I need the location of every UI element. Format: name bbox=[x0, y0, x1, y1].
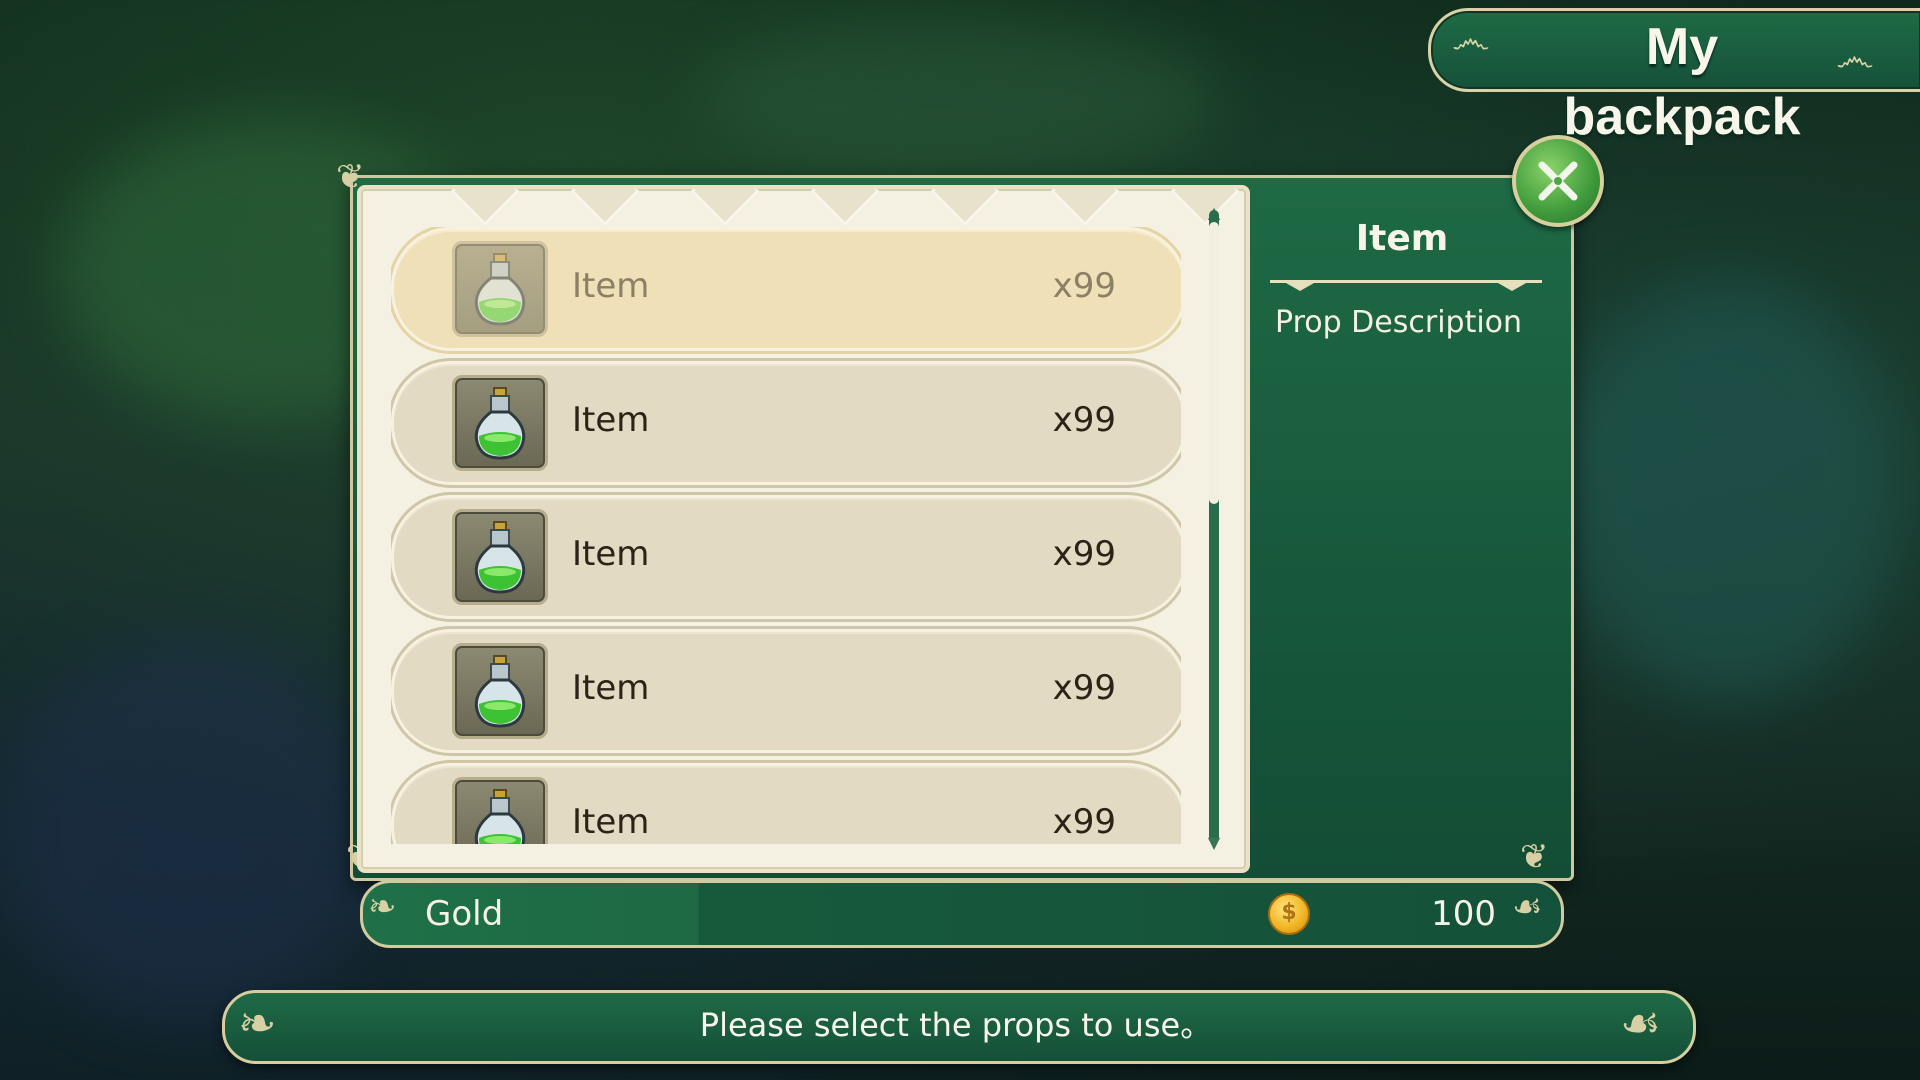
item-name: Item bbox=[572, 668, 650, 708]
background-glow bbox=[1560, 280, 1900, 700]
item-slot bbox=[452, 777, 548, 844]
green-potion-icon bbox=[474, 253, 526, 326]
item-name: Item bbox=[572, 802, 650, 842]
close-button[interactable] bbox=[1512, 135, 1604, 227]
item-name: Item bbox=[572, 266, 650, 306]
item-slot bbox=[452, 643, 548, 739]
list-item[interactable]: Item x99 bbox=[391, 763, 1181, 844]
page-title: My backpack bbox=[1563, 18, 1801, 146]
item-name: Item bbox=[572, 534, 650, 574]
gold-coin-icon: $ bbox=[1268, 893, 1310, 935]
swirl-ornament-icon: ❧ bbox=[368, 887, 397, 927]
detail-divider bbox=[1270, 280, 1542, 291]
item-quantity: x99 bbox=[1052, 668, 1116, 708]
scroll-down-arrow-icon[interactable]: ▼ bbox=[1204, 835, 1224, 851]
list-item[interactable]: Item x99 bbox=[391, 629, 1181, 753]
close-icon bbox=[1538, 161, 1578, 201]
item-list-panel: Item x99 Item x99 Item x99 Item x99 Item… bbox=[357, 185, 1250, 873]
hint-message: Please select the props to use。 bbox=[699, 1006, 1213, 1044]
item-slot bbox=[452, 375, 548, 471]
corner-ornament-icon: ❦ bbox=[1520, 837, 1549, 877]
swirl-ornament-icon: ෴ bbox=[1452, 17, 1490, 63]
green-potion-icon bbox=[474, 655, 526, 728]
gold-label: Gold bbox=[425, 894, 504, 934]
background-glow bbox=[700, 20, 1220, 180]
green-potion-icon bbox=[474, 387, 526, 460]
item-quantity: x99 bbox=[1052, 266, 1116, 306]
item-slot bbox=[452, 241, 548, 337]
diamond-border bbox=[361, 189, 1246, 229]
detail-title: Item bbox=[1355, 218, 1449, 259]
item-quantity: x99 bbox=[1052, 534, 1116, 574]
list-item[interactable]: Item x99 bbox=[391, 361, 1181, 485]
background-glow bbox=[0, 640, 380, 1020]
item-quantity: x99 bbox=[1052, 802, 1116, 842]
green-potion-icon bbox=[474, 521, 526, 594]
green-potion-icon bbox=[474, 789, 526, 844]
item-name: Item bbox=[572, 400, 650, 440]
swirl-ornament-icon: ☙ bbox=[1512, 887, 1543, 927]
list-item[interactable]: Item x99 bbox=[391, 227, 1181, 351]
item-list[interactable]: Item x99 Item x99 Item x99 Item x99 Item… bbox=[391, 227, 1181, 844]
item-quantity: x99 bbox=[1052, 400, 1116, 440]
item-slot bbox=[452, 509, 548, 605]
detail-description: Prop Description bbox=[1275, 305, 1523, 340]
scrollbar-thumb[interactable] bbox=[1209, 222, 1219, 504]
list-item[interactable]: Item x99 bbox=[391, 495, 1181, 619]
gold-amount: 100 bbox=[1431, 894, 1496, 934]
